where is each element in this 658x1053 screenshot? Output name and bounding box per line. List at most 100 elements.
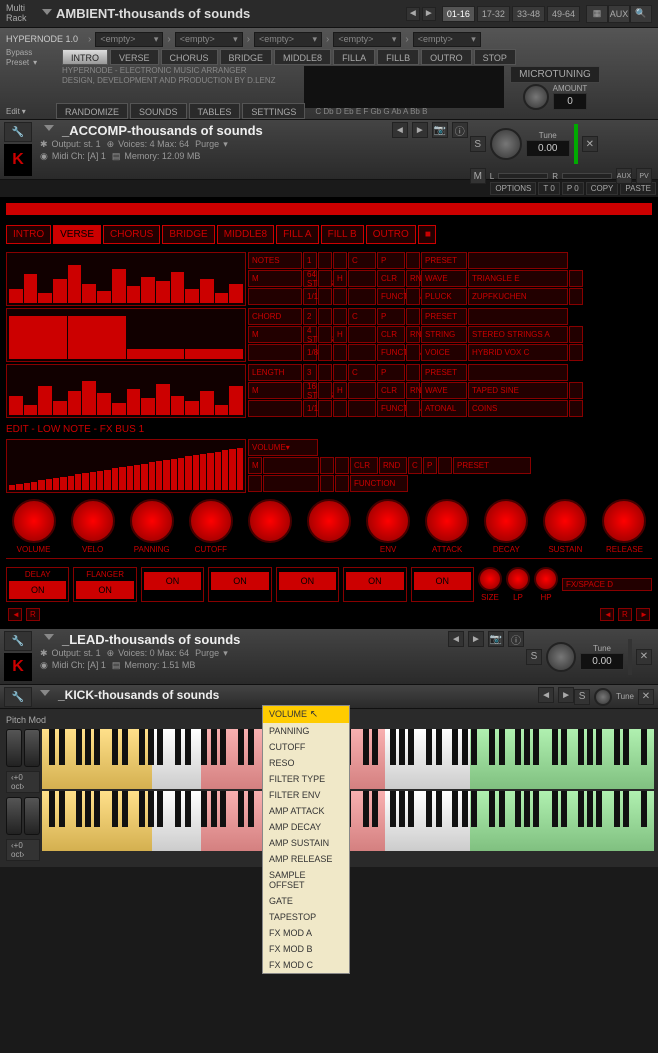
mod-wheel[interactable] xyxy=(24,729,40,767)
dropdown-item-panning[interactable]: PANNING xyxy=(263,723,349,739)
pan-slider[interactable] xyxy=(498,173,548,179)
seq-ctrl[interactable] xyxy=(333,344,347,361)
size-knob[interactable] xyxy=(478,567,502,591)
section-bridge[interactable]: BRIDGE xyxy=(220,49,273,65)
seq-ctrl[interactable]: PRESET xyxy=(421,364,467,381)
red-tab-outro[interactable]: OUTRO xyxy=(366,225,416,244)
range-01-16[interactable]: 01-16 xyxy=(442,6,475,22)
next-instrument[interactable]: ► xyxy=(412,122,428,138)
function-button[interactable]: FUNCTION xyxy=(350,475,408,492)
multi-dropdown-icon[interactable] xyxy=(42,9,52,19)
range-17-32[interactable]: 17-32 xyxy=(477,6,510,22)
octave-shift-1[interactable]: ‹+0 oct› xyxy=(6,771,40,793)
dropdown-item-fx-mod-c[interactable]: FX MOD C xyxy=(263,957,349,973)
section-filla[interactable]: FILLA xyxy=(333,49,375,65)
seq-ctrl[interactable] xyxy=(569,326,583,343)
seq-ctrl[interactable]: RND xyxy=(406,326,420,343)
clr-button[interactable]: CLR xyxy=(350,457,378,474)
seq-ctrl[interactable] xyxy=(318,308,332,325)
seq-ctrl[interactable]: 4 STEPS xyxy=(303,326,317,343)
mod-wheel-2[interactable] xyxy=(24,797,40,835)
seq-ctrl[interactable] xyxy=(348,326,376,343)
cutoff-knob[interactable] xyxy=(189,499,233,543)
attack-knob[interactable] xyxy=(425,499,469,543)
vol-slider[interactable] xyxy=(562,173,612,179)
seq-ctrl[interactable]: PRESET xyxy=(421,252,467,269)
seq-ctrl[interactable] xyxy=(406,288,420,305)
seq-ctrl[interactable]: 16 STEPS xyxy=(303,382,317,399)
seq-ctrl[interactable] xyxy=(569,400,583,417)
seq-ctrl[interactable] xyxy=(333,252,347,269)
dropdown-item-amp-decay[interactable]: AMP DECAY xyxy=(263,819,349,835)
solo-2[interactable]: S xyxy=(526,649,542,665)
seq-ctrl[interactable] xyxy=(318,400,332,417)
seq-ctrl[interactable]: 1/8 xyxy=(303,344,317,361)
seq-ctrl[interactable]: FUNCTION xyxy=(377,288,405,305)
seq-ctrl[interactable] xyxy=(569,382,583,399)
red-tab-bridge[interactable]: BRIDGE xyxy=(162,225,214,244)
red-tab-intro[interactable]: INTRO xyxy=(6,225,51,244)
seq-ctrl[interactable]: NOTES xyxy=(248,252,302,269)
dropdown-item-reso[interactable]: RESO xyxy=(263,755,349,771)
decay-knob[interactable] xyxy=(484,499,528,543)
seq-ctrl[interactable]: P xyxy=(377,308,405,325)
prev-instrument[interactable]: ◄ xyxy=(392,122,408,138)
seq-ctrl[interactable]: WAVE xyxy=(421,270,467,287)
empty-slot-1[interactable]: <empty>▾ xyxy=(95,32,163,47)
seq-ctrl[interactable]: 1 xyxy=(303,252,317,269)
dropdown-item-amp-release[interactable]: AMP RELEASE xyxy=(263,851,349,867)
seq-ctrl[interactable]: PRESET xyxy=(421,308,467,325)
seq-ctrl[interactable]: 1/16 xyxy=(303,400,317,417)
seq-ctrl[interactable]: 1/16 xyxy=(303,288,317,305)
aux-inst[interactable]: AUX xyxy=(616,168,632,184)
seq-ctrl[interactable]: M xyxy=(248,326,302,343)
seq-ctrl[interactable]: C xyxy=(348,252,376,269)
seq-bars-0[interactable] xyxy=(6,252,246,306)
seq-ctrl[interactable]: M xyxy=(248,270,302,287)
-knob[interactable] xyxy=(248,499,292,543)
search-icon[interactable]: 🔍 xyxy=(630,5,652,23)
camera-icon[interactable]: 📷 xyxy=(432,122,448,138)
fx-on-1[interactable]: ON xyxy=(76,581,133,599)
seq-ctrl[interactable] xyxy=(318,344,332,361)
camera-icon-2[interactable]: 📷 xyxy=(488,631,504,647)
seq-bars-2[interactable] xyxy=(6,364,246,418)
instrument-dropdown-2[interactable] xyxy=(44,634,54,644)
seq-ctrl[interactable] xyxy=(406,344,420,361)
dropdown-item-sample-offset[interactable]: SAMPLE OFFSET xyxy=(263,867,349,893)
seq-ctrl[interactable]: VOICE xyxy=(421,344,467,361)
seq-ctrl[interactable]: LENGTH xyxy=(248,364,302,381)
seq-ctrl[interactable] xyxy=(406,364,420,381)
seq-ctrl[interactable] xyxy=(569,288,583,305)
mute-button[interactable]: M xyxy=(470,168,486,184)
red-tab-chorus[interactable]: CHORUS xyxy=(103,225,160,244)
red-tab-fillb[interactable]: FILL B xyxy=(321,225,364,244)
seq-ctrl[interactable] xyxy=(468,308,568,325)
seq-ctrl[interactable]: STRING xyxy=(421,326,467,343)
fx-on-2[interactable]: ON xyxy=(144,572,201,590)
seq-ctrl[interactable] xyxy=(406,252,420,269)
wrench-icon-2[interactable]: 🔧 xyxy=(4,631,32,651)
seq-ctrl[interactable]: 2 xyxy=(303,308,317,325)
seq-ctrl[interactable]: HYBRID VOX C xyxy=(468,344,568,361)
velo-knob[interactable] xyxy=(71,499,115,543)
seq-ctrl[interactable] xyxy=(348,344,376,361)
seq-ctrl[interactable]: CLR xyxy=(377,270,405,287)
prev-multi-button[interactable]: ◄ xyxy=(406,7,420,21)
dropdown-item-volume[interactable]: VOLUME ↖ xyxy=(263,706,349,723)
fx-on-4[interactable]: ON xyxy=(279,572,336,590)
fx-on-5[interactable]: ON xyxy=(346,572,403,590)
section-outro[interactable]: OUTRO xyxy=(421,49,472,65)
volume-seq-bars[interactable] xyxy=(6,439,246,493)
seq-bars-1[interactable] xyxy=(6,308,246,362)
seq-ctrl[interactable]: RND xyxy=(406,270,420,287)
seq-ctrl[interactable]: 3 xyxy=(303,364,317,381)
empty-slot-4[interactable]: <empty>▾ xyxy=(333,32,401,47)
fx-on-3[interactable]: ON xyxy=(211,572,268,590)
seq-ctrl[interactable] xyxy=(348,270,376,287)
hp-knob[interactable] xyxy=(534,567,558,591)
seq-ctrl[interactable]: PLUCK xyxy=(421,288,467,305)
seq-ctrl[interactable]: TAPED SINE xyxy=(468,382,568,399)
-knob[interactable] xyxy=(307,499,351,543)
preset-dropdown[interactable]: PRESET xyxy=(453,457,531,474)
